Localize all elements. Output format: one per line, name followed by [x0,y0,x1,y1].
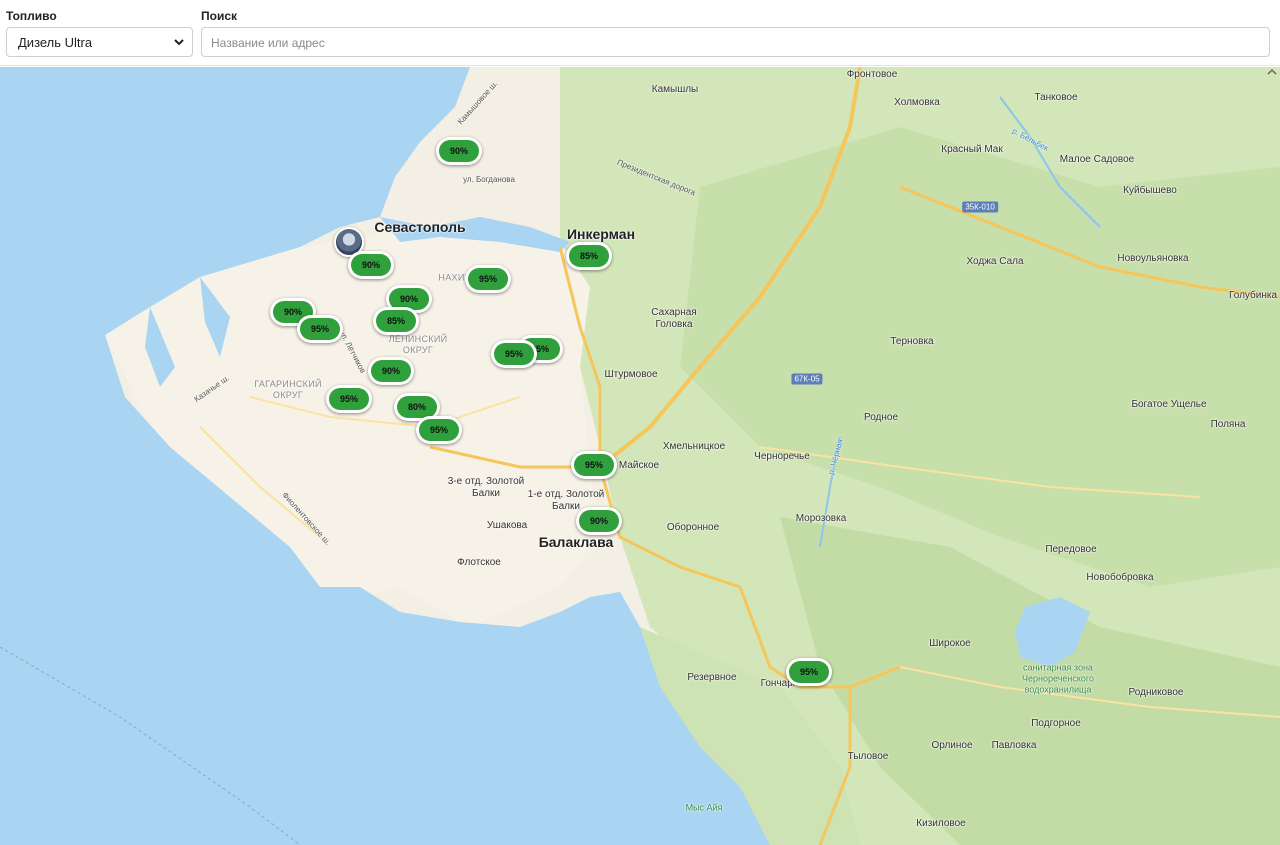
place-label: Кизиловое [916,818,966,829]
place-label: Сахарная Головка [651,307,697,330]
place-label: Хмельницкое [662,441,726,452]
place-label: Орлиное [931,740,973,751]
search-input[interactable]: Название или адрес [201,27,1270,57]
place-label: Новоульяновка [1117,253,1189,264]
fuel-station-pin[interactable]: 85% [373,307,419,335]
pin-percent: 95% [494,343,534,365]
chevron-down-icon [174,39,184,46]
place-label: Мыс Айя [685,802,723,813]
place-label: Павловка [991,740,1037,751]
road-number-badge: 67К-05 [791,373,823,385]
place-label: Родное [863,412,899,423]
fuel-station-pin[interactable]: 90% [368,357,414,385]
place-label: Майское [618,460,660,471]
pin-percent: 95% [329,388,369,410]
search-placeholder: Название или адрес [211,36,325,50]
place-label: Камышлы [651,84,699,95]
fuel-station-pin[interactable]: 95% [491,340,537,368]
pin-percent: 95% [300,318,340,340]
place-label: Подгорное [1031,718,1081,729]
pin-percent: 85% [376,310,416,332]
pin-percent: 90% [371,360,411,382]
pin-percent: 90% [579,510,619,532]
street-label: ул. Богданова [463,175,515,184]
place-label: Штурмовое [604,369,658,380]
district-label: ЛЕНИНСКИЙ ОКРУГ [388,334,448,355]
place-label: Оборонное [666,522,720,533]
road-number-badge: 35К-010 [962,201,998,213]
place-label: Черноречье [754,451,810,462]
map-base [0,67,1280,845]
pin-percent: 90% [351,254,391,276]
place-label: Резервное [687,672,737,683]
fuel-station-pin[interactable]: 90% [576,507,622,535]
place-label: Ходжа Сала [966,256,1024,267]
fuel-select-value: Дизель Ultra [18,35,93,50]
fuel-station-pin[interactable]: 95% [416,416,462,444]
fuel-station-pin[interactable]: 95% [465,265,511,293]
place-label: Богатое Ущелье [1131,399,1207,410]
place-label: Тыловое [847,751,889,762]
district-label: ГАГАРИНСКИЙ ОКРУГ [254,379,322,400]
fuel-station-pin[interactable]: 95% [571,451,617,479]
place-label: Терновка [890,336,934,347]
place-label: Ушакова [486,520,528,531]
place-label: Широкое [929,638,971,649]
place-label: Холмовка [894,97,940,108]
pin-percent: 95% [574,454,614,476]
fuel-station-pin[interactable]: 95% [297,315,343,343]
fuel-station-pin[interactable]: 95% [326,385,372,413]
place-label: санитарная зона Чернореченского водохран… [1022,662,1094,695]
pin-percent: 85% [569,245,609,267]
place-label: Красный Мак [941,144,1003,155]
place-label: Морозовка [795,513,847,524]
place-label: Новобобровка [1086,572,1154,583]
fuel-station-pin[interactable]: 90% [436,137,482,165]
pin-percent: 95% [468,268,508,290]
map[interactable]: Севастополь Инкерман Балаклава Фронтовое… [0,67,1280,845]
place-label: Малое Садовое [1059,154,1135,165]
place-label: Поляна [1210,419,1246,430]
fuel-station-pin[interactable]: 85% [566,242,612,270]
place-label: Передовое [1045,544,1097,555]
pin-percent: 80% [397,396,437,418]
pin-percent: 90% [439,140,479,162]
pin-percent: 95% [419,419,459,441]
place-label: Танковое [1034,92,1078,103]
city-label: Инкерман [566,226,636,242]
place-label: Флотское [457,557,501,568]
scroll-up-icon[interactable] [1267,68,1277,76]
place-label: Куйбышево [1123,185,1177,196]
place-label: 3-е отд. Золотой Балки [447,476,525,499]
city-label: Севастополь [374,219,466,235]
fuel-select[interactable]: Дизель Ultra [6,27,193,57]
place-label: Родниковое [1128,687,1184,698]
pin-percent: 95% [789,661,829,683]
filter-bar: Топливо Дизель Ultra Поиск Название или … [0,0,1280,66]
fuel-station-pin[interactable]: 95% [786,658,832,686]
place-label: Фронтовое [846,69,898,80]
city-label: Балаклава [538,534,614,550]
fuel-label: Топливо [6,9,57,23]
place-label: Голубинка [1228,290,1278,301]
fuel-station-pin[interactable]: 90% [348,251,394,279]
search-label: Поиск [201,9,238,23]
